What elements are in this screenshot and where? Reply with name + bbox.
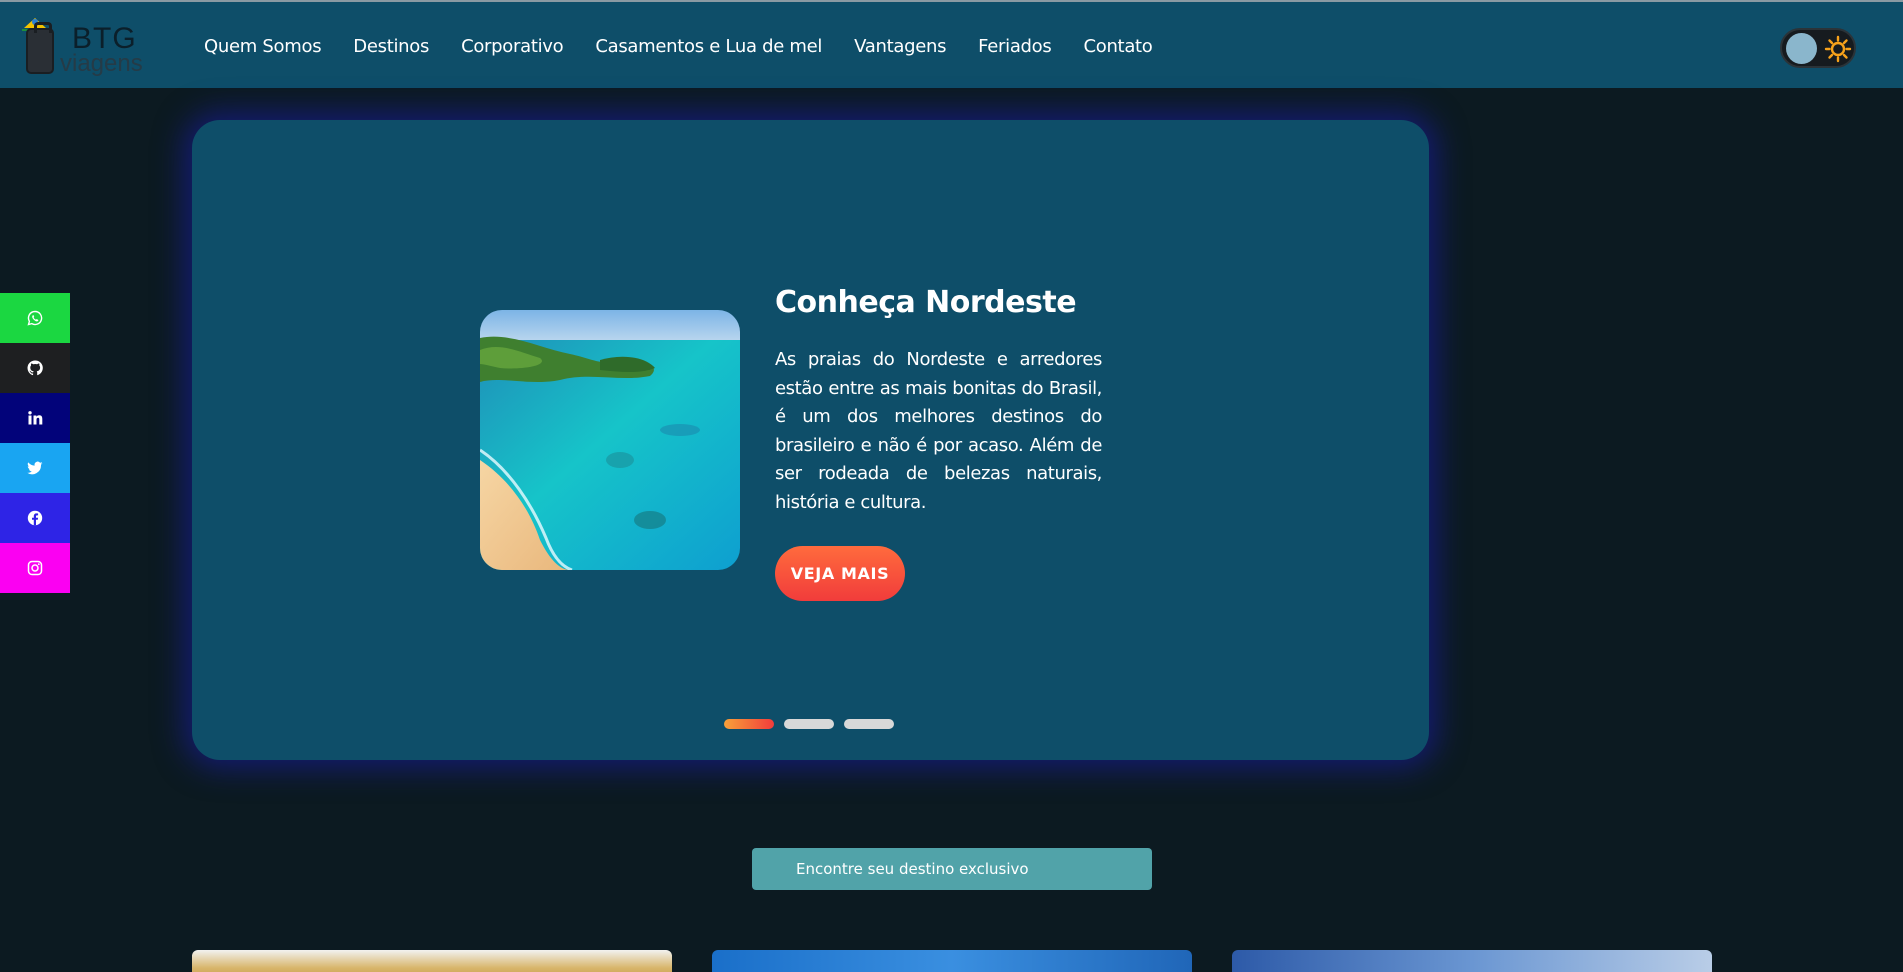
toggle-knob [1786,33,1817,64]
instagram-link[interactable] [0,543,70,593]
whatsapp-icon [27,310,43,326]
nav-contato[interactable]: Contato [1083,36,1152,57]
hero-description: As praias do Nordeste e arredores estão … [775,349,1102,513]
destination-card[interactable] [712,950,1192,972]
nav-casamentos[interactable]: Casamentos e Lua de mel [595,36,822,57]
carousel-pagination [724,719,894,729]
facebook-icon [27,510,43,526]
brand-subtitle: viagens [60,50,143,77]
destination-card[interactable] [1232,950,1712,972]
nav-quem-somos[interactable]: Quem Somos [204,36,322,57]
github-icon [27,360,43,376]
theme-toggle[interactable] [1780,28,1856,68]
instagram-icon [27,560,43,576]
brand-logo[interactable]: BTG viagens [20,12,145,80]
nav-destinos[interactable]: Destinos [353,36,429,57]
carousel-dot-3[interactable] [844,719,894,729]
site-header: BTG viagens Quem Somos Destinos Corporat… [0,0,1903,88]
hero-title: Conheça Nordeste [775,285,1077,320]
github-link[interactable] [0,343,70,393]
carousel-dot-1[interactable] [724,719,774,729]
beach-image [480,310,740,570]
linkedin-link[interactable] [0,393,70,443]
whatsapp-link[interactable] [0,293,70,343]
carousel-dot-2[interactable] [784,719,834,729]
nav-feriados[interactable]: Feriados [978,36,1052,57]
veja-mais-button[interactable]: VEJA MAIS [775,546,905,601]
sun-icon [1824,35,1852,63]
main-nav: Quem Somos Destinos Corporativo Casament… [204,36,1153,57]
twitter-link[interactable] [0,443,70,493]
facebook-link[interactable] [0,493,70,543]
suitcase-icon [26,22,54,74]
nav-corporativo[interactable]: Corporativo [461,36,564,57]
find-destination-button[interactable]: Encontre seu destino exclusivo [752,848,1152,890]
twitter-icon [27,461,43,475]
nav-vantagens[interactable]: Vantagens [854,36,946,57]
social-sidebar [0,293,70,593]
destination-card[interactable] [192,950,672,972]
hero-carousel: Conheça Nordeste As praias do Nordeste e… [192,120,1429,760]
linkedin-icon [28,411,43,425]
